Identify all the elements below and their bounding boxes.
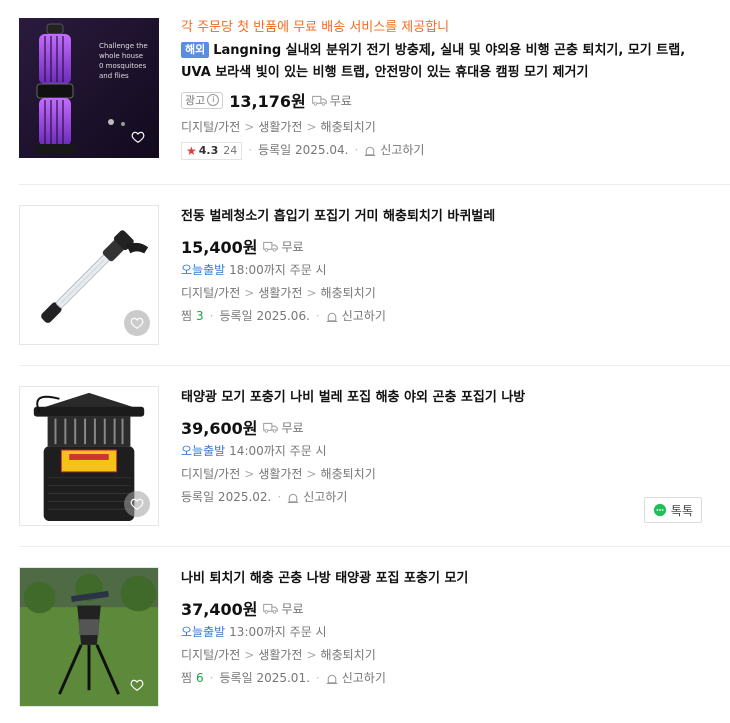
product-thumbnail[interactable] bbox=[19, 205, 159, 345]
rating-badge[interactable]: ★ 4.3 24 bbox=[181, 141, 243, 160]
price: 39,600원 bbox=[181, 419, 258, 438]
category-link[interactable]: 생활가전 bbox=[258, 116, 302, 139]
siren-icon bbox=[326, 674, 337, 684]
category-link[interactable]: 디지털/가전 bbox=[181, 463, 240, 486]
product-thumbnail[interactable]: Challenge the whole house 0 mosquitoes a… bbox=[19, 18, 159, 158]
image-caption-1: Challenge the bbox=[99, 42, 148, 50]
siren-icon bbox=[326, 312, 337, 322]
today-ship-badge: 오늘출발 bbox=[181, 444, 226, 458]
shipping-label: 무료 bbox=[281, 420, 304, 435]
chat-icon bbox=[653, 503, 667, 517]
product-title: Langning 실내외 분위기 전기 방충제, 실내 및 야외용 비행 곤충 … bbox=[181, 43, 686, 80]
zzim-count: 3 bbox=[196, 309, 204, 323]
registered-date: 등록일 2025.06. bbox=[219, 309, 310, 323]
category-link[interactable]: 생활가전 bbox=[258, 282, 302, 305]
registered-date: 등록일 2025.01. bbox=[219, 671, 310, 685]
product-title[interactable]: 태양광 모기 포충기 나비 벌레 포집 해충 야외 곤충 포집기 나방 bbox=[181, 387, 716, 409]
truck-icon bbox=[263, 241, 279, 252]
image-caption-3: 0 mosquitoes bbox=[99, 62, 147, 70]
delivery-cutoff: 13:00까지 주문 시 bbox=[229, 625, 327, 639]
category-link[interactable]: 해충퇴치기 bbox=[321, 644, 376, 667]
price: 15,400원 bbox=[181, 238, 258, 257]
report-label: 신고하기 bbox=[380, 143, 425, 157]
shipping-info: 무료 bbox=[311, 92, 352, 109]
truck-icon bbox=[311, 95, 327, 106]
today-ship-badge: 오늘출발 bbox=[181, 625, 226, 639]
heart-icon bbox=[130, 679, 144, 691]
promo-text: 각 주문당 첫 반품에 무료 배송 서비스를 제공합니 bbox=[181, 20, 450, 35]
wishlist-heart-button[interactable] bbox=[124, 672, 150, 698]
overseas-tag: 해외 bbox=[181, 42, 210, 58]
talktalk-button[interactable]: 톡톡 bbox=[643, 497, 702, 523]
image-caption-4: and flies bbox=[99, 72, 129, 80]
zzim-label: 찜 bbox=[181, 309, 193, 323]
shipping-label: 무료 bbox=[329, 93, 352, 108]
shipping-info: 무료 bbox=[263, 600, 304, 617]
zzim-count: 6 bbox=[196, 671, 204, 685]
report-button[interactable]: 신고하기 bbox=[287, 486, 347, 509]
report-button[interactable]: 신고하기 bbox=[326, 667, 386, 690]
category-link[interactable]: 생활가전 bbox=[258, 463, 302, 486]
truck-icon bbox=[263, 422, 279, 433]
ad-label: 광고 bbox=[185, 93, 206, 107]
category-link[interactable]: 해충퇴치기 bbox=[321, 463, 376, 486]
category-link[interactable]: 생활가전 bbox=[258, 644, 302, 667]
wishlist-heart-button[interactable] bbox=[125, 124, 151, 150]
price: 37,400원 bbox=[181, 600, 258, 619]
zzim-label: 찜 bbox=[181, 671, 193, 685]
shipping-info: 무료 bbox=[263, 238, 304, 255]
review-count: 24 bbox=[223, 143, 238, 157]
report-label: 신고하기 bbox=[341, 309, 386, 323]
category-link[interactable]: 해충퇴치기 bbox=[321, 282, 376, 305]
report-label: 신고하기 bbox=[303, 490, 348, 504]
siren-icon bbox=[365, 146, 376, 156]
heart-icon bbox=[131, 131, 145, 143]
product-list: Challenge the whole house 0 mosquitoes a… bbox=[0, 0, 730, 723]
today-ship-badge: 오늘출발 bbox=[181, 263, 226, 277]
shipping-label: 무료 bbox=[281, 239, 304, 254]
divider bbox=[19, 184, 730, 185]
category-link[interactable]: 디지털/가전 bbox=[181, 644, 240, 667]
category-link[interactable]: 해충퇴치기 bbox=[321, 116, 376, 139]
rating-score: 4.3 bbox=[198, 143, 219, 157]
report-button[interactable]: 신고하기 bbox=[326, 305, 386, 328]
heart-icon bbox=[130, 498, 144, 510]
shipping-info: 무료 bbox=[263, 419, 304, 436]
truck-icon bbox=[263, 603, 279, 614]
image-caption-2: whole house bbox=[99, 52, 143, 60]
report-label: 신고하기 bbox=[341, 671, 386, 685]
siren-icon bbox=[287, 493, 299, 503]
category-link[interactable]: 디지털/가전 bbox=[181, 282, 240, 305]
divider bbox=[19, 365, 730, 366]
divider bbox=[19, 546, 730, 547]
info-icon: i bbox=[207, 94, 220, 106]
registered-date: 등록일 2025.04. bbox=[258, 143, 349, 157]
shipping-label: 무료 bbox=[281, 601, 304, 616]
heart-icon bbox=[130, 317, 144, 329]
ad-badge[interactable]: 광고 i bbox=[181, 91, 224, 109]
product-title[interactable]: 전동 벌레청소기 흡입기 포집기 거미 해충퇴치기 바퀴벌레 bbox=[181, 206, 716, 228]
registered-date: 등록일 2025.02. bbox=[181, 490, 272, 504]
wishlist-heart-button[interactable] bbox=[124, 310, 150, 336]
product-title[interactable]: 나비 퇴치기 해충 곤충 나방 태양광 포집 포충기 모기 bbox=[181, 568, 716, 590]
category-link[interactable]: 디지털/가전 bbox=[181, 116, 240, 139]
delivery-cutoff: 18:00까지 주문 시 bbox=[229, 263, 327, 277]
talktalk-label: 톡톡 bbox=[670, 503, 693, 518]
wishlist-heart-button[interactable] bbox=[124, 491, 150, 517]
delivery-cutoff: 14:00까지 주문 시 bbox=[229, 444, 327, 458]
product-thumbnail[interactable] bbox=[19, 567, 159, 707]
price: 13,176원 bbox=[229, 92, 306, 111]
report-button[interactable]: 신고하기 bbox=[364, 139, 424, 162]
product-title-link[interactable]: 해외 Langning 실내외 분위기 전기 방충제, 실내 및 야외용 비행 곤… bbox=[181, 40, 716, 84]
product-thumbnail[interactable] bbox=[19, 386, 159, 526]
star-icon: ★ bbox=[186, 143, 197, 158]
